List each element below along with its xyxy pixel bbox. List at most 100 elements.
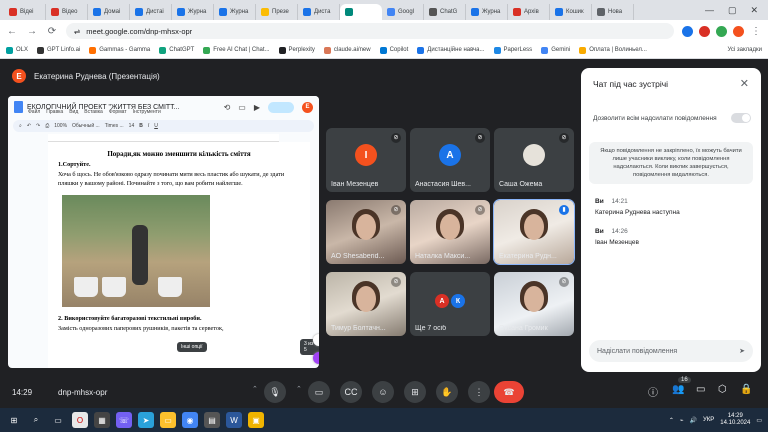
menu-icon[interactable]: ⋮ xyxy=(750,26,762,37)
app-icon[interactable]: ▤ xyxy=(204,412,220,428)
chevron-up-icon[interactable]: ⌃ xyxy=(296,385,302,393)
undo-icon[interactable]: ↶ xyxy=(27,123,31,129)
doc-photo[interactable] xyxy=(62,194,210,307)
chrome-icon[interactable]: ◉ xyxy=(182,412,198,428)
extension-icon[interactable] xyxy=(716,25,727,37)
allow-messages-toggle[interactable] xyxy=(731,113,751,123)
all-bookmarks[interactable]: Усі закладки xyxy=(727,47,762,53)
bookmark-item[interactable]: Perplexity xyxy=(278,46,315,54)
browser-tab[interactable]: Відео xyxy=(46,4,88,20)
browser-tab[interactable] xyxy=(340,4,382,20)
url-input[interactable]: ⇌ meet.google.com/dnp-mhsx-opr xyxy=(66,23,674,39)
minimize-icon[interactable]: — xyxy=(705,5,714,16)
site-info-icon[interactable]: ⇌ xyxy=(74,27,80,36)
participant-tile[interactable]: ⊘ Тимур Болтачн... xyxy=(326,272,406,336)
bookmark-item[interactable]: Оплата | Волиньел... xyxy=(579,46,647,54)
bookmark-item[interactable]: claude.ai/new xyxy=(323,46,371,54)
doc-menu-item[interactable]: Вставка xyxy=(84,109,103,115)
doc-menu-item[interactable]: Формат xyxy=(109,109,127,115)
volume-icon[interactable]: 🔊 xyxy=(690,417,697,424)
doc-menu-item[interactable]: Інструменти xyxy=(133,109,161,115)
redo-icon[interactable]: ↷ xyxy=(36,123,40,129)
chevron-up-icon[interactable]: ⌃ xyxy=(669,417,674,424)
windows-start-icon[interactable]: ⊞ xyxy=(6,412,22,428)
search-icon[interactable]: ⌕ xyxy=(19,123,22,129)
browser-tab[interactable]: Googl xyxy=(382,4,424,20)
raise-hand-button[interactable]: ✋ xyxy=(436,381,458,403)
chevron-up-icon[interactable]: ⌃ xyxy=(252,385,258,393)
info-icon[interactable]: ⓘ xyxy=(648,384,658,399)
bookmark-item[interactable]: ChatGPT xyxy=(159,46,194,54)
close-icon[interactable]: ✕ xyxy=(740,77,749,90)
history-icon[interactable]: ⟲ xyxy=(224,103,231,112)
back-icon[interactable]: ← xyxy=(6,26,18,37)
forward-icon[interactable]: → xyxy=(26,26,38,37)
browser-tab[interactable]: Кошик xyxy=(550,4,592,20)
participant-tile[interactable]: ⊘ Наталка Макси... xyxy=(410,200,490,264)
camera-button[interactable]: ▭ xyxy=(308,381,330,403)
style-select[interactable]: Обычный ... xyxy=(72,123,100,129)
font-select[interactable]: Times ... xyxy=(105,123,124,129)
share-button[interactable] xyxy=(268,101,294,113)
browser-tab[interactable]: Диста xyxy=(298,4,340,20)
language-indicator[interactable]: УКР xyxy=(703,417,714,423)
network-icon[interactable]: ⌁ xyxy=(680,417,684,424)
doc-page[interactable]: Поради,як можно зменшити кількість смітт… xyxy=(48,142,310,368)
microphone-button[interactable]: 🎙 xyxy=(264,381,286,403)
present-button[interactable]: ⊞ xyxy=(404,381,426,403)
doc-menu-item[interactable]: Правка xyxy=(46,109,63,115)
opera-icon[interactable]: O xyxy=(72,412,88,428)
bookmark-item[interactable]: PaperLess xyxy=(493,46,532,54)
browser-tab[interactable]: Журна xyxy=(172,4,214,20)
browser-tab[interactable]: Журна xyxy=(466,4,508,20)
zoom-select[interactable]: 100% xyxy=(54,123,67,129)
profile-avatar[interactable] xyxy=(733,25,744,37)
chat-icon[interactable]: ▭ xyxy=(696,384,705,395)
clock[interactable]: 14:29 14.10.2024 xyxy=(720,413,750,427)
participant-tile[interactable]: ⊘ Оксана Громик xyxy=(494,272,574,336)
underline-icon[interactable]: U xyxy=(154,123,158,129)
search-icon[interactable]: ⌕ xyxy=(28,412,44,428)
lock-icon[interactable]: 🔒 xyxy=(740,384,752,395)
word-icon[interactable]: W xyxy=(226,412,242,428)
gemini-icon[interactable] xyxy=(313,352,319,364)
bookmark-item[interactable]: Gemini xyxy=(541,46,570,54)
browser-tab[interactable]: Домаі xyxy=(88,4,130,20)
bookmark-item[interactable]: OLX xyxy=(6,46,28,54)
bold-icon[interactable]: B xyxy=(139,123,143,129)
bookmark-item[interactable]: Дистанційне навча... xyxy=(417,46,485,54)
captions-button[interactable]: CC xyxy=(340,381,362,403)
participant-tile[interactable]: ▮ Екатерина Рудн... xyxy=(493,199,575,265)
print-icon[interactable]: ⎙ xyxy=(45,123,49,129)
bookmark-item[interactable]: Copilot xyxy=(379,46,408,54)
bookmark-item[interactable]: Gammas - Gamma xyxy=(89,46,150,54)
activities-icon[interactable]: ⬡ xyxy=(718,384,727,395)
emoji-button[interactable]: ☺ xyxy=(372,381,394,403)
participant-tile[interactable]: І ⊘ Іван Мезенцев xyxy=(326,128,406,192)
browser-tab[interactable]: Журна xyxy=(214,4,256,20)
explorer-icon[interactable]: ▭ xyxy=(160,412,176,428)
leave-call-button[interactable]: ☎ xyxy=(494,381,524,403)
people-icon[interactable]: 👥 xyxy=(672,384,684,395)
participant-tile[interactable]: ⊘ Саша Ожема xyxy=(494,128,574,192)
browser-tab[interactable]: Презе xyxy=(256,4,298,20)
participant-tile[interactable]: А ⊘ Анастасия Шев... xyxy=(410,128,490,192)
photo-options-tooltip[interactable]: Інші опції xyxy=(177,342,207,352)
maximize-icon[interactable]: ▢ xyxy=(728,5,737,16)
bookmark-item[interactable]: GPT Linfo.ai xyxy=(37,46,80,54)
font-size-field[interactable]: 14 xyxy=(129,123,135,129)
doc-menu-item[interactable]: Вид xyxy=(69,109,78,115)
reload-icon[interactable]: ⟳ xyxy=(46,26,58,37)
comment-icon[interactable]: ▭ xyxy=(238,103,246,112)
browser-tab[interactable]: Архів xyxy=(508,4,550,20)
participant-tile[interactable]: ⊘ AO Shesaberid... xyxy=(326,200,406,264)
explore-icon[interactable] xyxy=(313,334,319,346)
browser-tab[interactable]: ChatG xyxy=(424,4,466,20)
bookmark-star-icon[interactable] xyxy=(682,25,693,37)
notification-icon[interactable]: ▭ xyxy=(756,417,762,424)
bookmark-item[interactable]: Free AI Chat | Chat... xyxy=(203,46,270,54)
browser-tab[interactable]: Дистаі xyxy=(130,4,172,20)
telegram-icon[interactable]: ➤ xyxy=(138,412,154,428)
more-options-button[interactable]: ⋮ xyxy=(468,381,490,403)
italic-icon[interactable]: I xyxy=(148,123,149,129)
